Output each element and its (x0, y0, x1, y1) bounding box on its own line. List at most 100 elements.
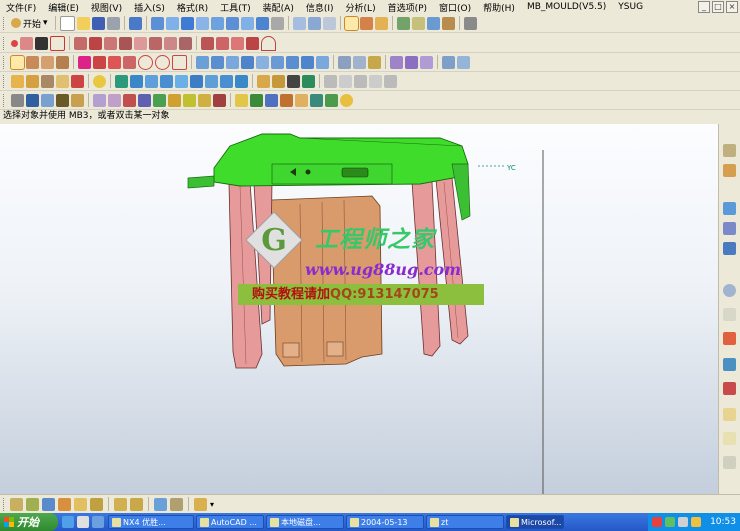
mirror-icon[interactable] (271, 55, 284, 69)
fit-view-icon[interactable] (165, 16, 179, 30)
web-browser-icon[interactable] (723, 242, 736, 255)
edit-curve-icon[interactable] (201, 36, 214, 50)
edit-params-icon[interactable] (216, 36, 229, 50)
component-icon[interactable] (190, 74, 203, 88)
toolbar-grip[interactable] (3, 497, 7, 511)
edit-object-icon[interactable] (41, 93, 54, 107)
taskbar-item-local-disk[interactable]: 本地磁盘... (266, 515, 344, 529)
cursor-info-icon[interactable] (302, 74, 315, 88)
undo-icon[interactable] (128, 16, 142, 30)
replace-face-icon[interactable] (420, 55, 433, 69)
trim-body-icon[interactable] (338, 55, 351, 69)
mate-icon[interactable] (205, 74, 218, 88)
object-display-icon[interactable] (11, 93, 24, 107)
toolbar-grip[interactable] (3, 93, 7, 107)
system-materials-icon[interactable] (723, 382, 736, 395)
section-curve-icon[interactable] (179, 36, 192, 50)
hole-icon[interactable] (56, 55, 69, 69)
mail-icon[interactable] (295, 93, 308, 107)
calc-icon[interactable] (250, 93, 263, 107)
language-icon[interactable] (652, 517, 662, 527)
assembly-options-icon[interactable] (194, 497, 207, 511)
info-icon[interactable] (310, 93, 323, 107)
extrude-icon[interactable] (26, 55, 39, 69)
reposition-icon[interactable] (220, 74, 233, 88)
wireframe-icon[interactable] (195, 16, 209, 30)
start-menu-button[interactable]: 开始 ▾ (11, 17, 51, 30)
ruled-icon[interactable] (71, 74, 84, 88)
right-view-icon[interactable] (240, 16, 254, 30)
parting-icon[interactable] (457, 55, 470, 69)
start-button[interactable]: 开始 (0, 513, 58, 531)
project-curve-icon[interactable] (134, 36, 147, 50)
desktop-icon[interactable] (92, 516, 104, 528)
feature-icon[interactable] (115, 74, 128, 88)
front-view-icon[interactable] (225, 16, 239, 30)
blank-icon[interactable] (322, 16, 336, 30)
datum-csys-icon[interactable] (108, 55, 121, 69)
snap-icon[interactable] (359, 16, 373, 30)
menu-view[interactable]: 视图(V) (85, 1, 128, 14)
select-icon[interactable] (343, 15, 359, 31)
subtract-icon[interactable] (301, 55, 314, 69)
security-icon[interactable] (691, 517, 701, 527)
model-drawing[interactable] (0, 124, 718, 494)
unite-icon[interactable] (286, 55, 299, 69)
constraint-icon[interactable] (26, 497, 39, 511)
replace-component-icon[interactable] (58, 497, 71, 511)
intersect-curve-icon[interactable] (164, 36, 177, 50)
add-component-icon[interactable] (10, 497, 23, 511)
sketch-icon[interactable] (10, 54, 25, 70)
tool-icon[interactable] (463, 16, 477, 30)
iso-view-icon[interactable] (255, 16, 269, 30)
volume-icon[interactable] (678, 517, 688, 527)
color-icon[interactable] (56, 93, 69, 107)
menu-information[interactable]: 信息(I) (300, 1, 340, 14)
shaded-icon[interactable] (180, 16, 194, 30)
pattern-icon[interactable] (256, 55, 269, 69)
taskbar-item-zt[interactable]: zt (426, 515, 504, 529)
wave-icon[interactable] (175, 74, 188, 88)
join-curve-icon[interactable] (149, 36, 162, 50)
clock-icon[interactable] (723, 284, 736, 297)
ruler-icon[interactable] (235, 93, 248, 107)
move-icon[interactable] (123, 93, 136, 107)
revolve-icon[interactable] (41, 55, 54, 69)
wave-link-icon[interactable] (74, 497, 87, 511)
clearance-icon[interactable] (114, 497, 127, 511)
curve-from-body-icon[interactable] (74, 36, 87, 50)
drafting-icon[interactable] (411, 16, 425, 30)
menu-ysug[interactable]: YSUG (612, 2, 649, 12)
top-view-icon[interactable] (210, 16, 224, 30)
spline-icon[interactable] (20, 36, 33, 50)
scale-icon[interactable] (168, 93, 181, 107)
restore-icon[interactable]: □ (712, 1, 724, 13)
trim-curve-icon[interactable] (119, 36, 132, 50)
chamfer-icon[interactable] (211, 55, 224, 69)
toolbar-grip[interactable] (3, 55, 7, 69)
folder-icon[interactable] (723, 408, 736, 421)
flag-icon[interactable] (153, 93, 166, 107)
notes-icon[interactable] (723, 456, 736, 469)
bounded-plane-icon[interactable] (93, 74, 106, 88)
edge-icon[interactable] (160, 74, 173, 88)
rectangle-icon[interactable] (50, 35, 65, 51)
filter-icon[interactable] (374, 16, 388, 30)
sequence-icon[interactable] (130, 497, 143, 511)
wcs-display-icon[interactable] (384, 74, 397, 88)
toolbar-grip[interactable] (3, 16, 7, 30)
document-icon[interactable] (723, 308, 736, 321)
chevron-down-icon[interactable]: ▾ (210, 500, 214, 509)
offset-curve-icon[interactable] (89, 36, 102, 50)
point-icon[interactable] (11, 39, 18, 47)
palette-icon[interactable] (723, 332, 736, 345)
close-icon[interactable]: × (726, 1, 738, 13)
make-workpart-icon[interactable] (90, 497, 103, 511)
measure-angle-icon[interactable] (272, 74, 285, 88)
through-curves-icon[interactable] (26, 74, 39, 88)
bridge-curve-icon[interactable] (104, 36, 117, 50)
new-file-icon[interactable] (59, 15, 75, 31)
reuse-library-icon[interactable] (723, 222, 736, 235)
save-as-icon[interactable] (265, 93, 278, 107)
wcs-icon[interactable] (324, 74, 337, 88)
